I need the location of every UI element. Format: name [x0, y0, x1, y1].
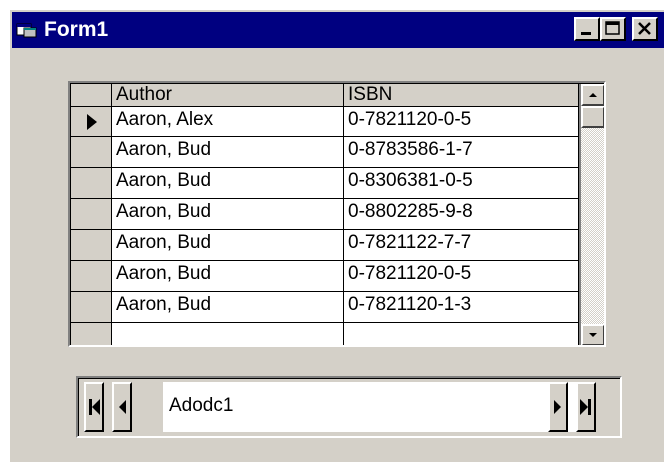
column-header-isbn[interactable]: ISBN	[344, 84, 579, 107]
maximize-icon	[605, 21, 620, 35]
cell-text: Aaron, Alex	[116, 109, 214, 130]
cell-text: Aaron, Bud	[116, 201, 212, 222]
move-next-button[interactable]	[548, 382, 568, 432]
table-cell-isbn[interactable]: 0-8783586-1-7	[344, 137, 579, 168]
close-button[interactable]	[632, 17, 658, 41]
table-cell-isbn[interactable]	[344, 323, 579, 345]
cell-text: Aaron, Bud	[116, 263, 212, 284]
table-cell-author[interactable]: Aaron, Bud	[112, 230, 344, 261]
cell-text: 0-7821120-0-5	[348, 109, 472, 130]
column-header-author[interactable]: Author	[112, 84, 344, 107]
minimize-icon	[581, 32, 591, 35]
cell-text: 0-7821120-1-3	[348, 294, 472, 315]
row-selector[interactable]	[71, 137, 112, 168]
scroll-thumb[interactable]	[581, 106, 604, 128]
adodc-caption-area: Adodc1	[163, 382, 579, 432]
adodc-control[interactable]: Adodc1	[76, 376, 622, 438]
row-selector[interactable]	[71, 323, 112, 345]
table-cell-author[interactable]: Aaron, Bud	[112, 292, 344, 323]
cell-text: Aaron, Bud	[116, 294, 212, 315]
minimize-button[interactable]	[574, 17, 600, 41]
title-bar[interactable]: Form1	[12, 12, 664, 48]
form1-window: Form1 Author ISBN Aaron, Alex 0-7821120-…	[8, 8, 664, 462]
table-cell-author[interactable]: Aaron, Alex	[112, 107, 344, 137]
row-selector[interactable]	[71, 261, 112, 292]
table-cell-author[interactable]: Aaron, Bud	[112, 199, 344, 230]
adodc-frame: Adodc1	[78, 378, 620, 436]
table-cell-isbn[interactable]: 0-8802285-9-8	[344, 199, 579, 230]
window-title: Form1	[44, 18, 109, 41]
close-icon	[638, 22, 651, 35]
column-header-label: ISBN	[348, 84, 393, 105]
move-last-icon	[580, 399, 591, 415]
table-cell-author[interactable]	[112, 323, 344, 345]
scroll-up-button[interactable]	[581, 84, 604, 106]
table-cell-author[interactable]: Aaron, Bud	[112, 137, 344, 168]
cell-text: 0-8783586-1-7	[348, 139, 473, 160]
datagrid-cells: Author ISBN Aaron, Alex 0-7821120-0-5 Aa…	[71, 84, 579, 345]
column-header-label: Author	[116, 84, 172, 105]
move-first-button[interactable]	[84, 382, 104, 432]
row-selector[interactable]	[71, 199, 112, 230]
cell-text: 0-8306381-0-5	[348, 170, 473, 191]
table-cell-author[interactable]: Aaron, Bud	[112, 168, 344, 199]
move-previous-icon	[119, 400, 126, 414]
corner-header	[71, 84, 112, 107]
move-previous-button[interactable]	[112, 382, 132, 432]
row-selector[interactable]	[71, 168, 112, 199]
table-cell-isbn[interactable]: 0-8306381-0-5	[344, 168, 579, 199]
cell-text: 0-8802285-9-8	[348, 201, 473, 222]
move-first-icon	[89, 399, 100, 415]
table-cell-author[interactable]: Aaron, Bud	[112, 261, 344, 292]
maximize-button[interactable]	[600, 17, 626, 41]
move-next-icon	[554, 400, 561, 414]
row-pointer-icon	[87, 114, 97, 130]
row-selector[interactable]	[71, 230, 112, 261]
table-cell-isbn[interactable]: 0-7821122-7-7	[344, 230, 579, 261]
row-selector[interactable]	[71, 107, 112, 137]
cell-text: Aaron, Bud	[116, 170, 212, 191]
vertical-scrollbar[interactable]	[581, 84, 604, 345]
datagrid[interactable]: Author ISBN Aaron, Alex 0-7821120-0-5 Aa…	[68, 81, 606, 347]
form-app-icon[interactable]	[16, 21, 38, 39]
table-cell-isbn[interactable]: 0-7821120-0-5	[344, 107, 579, 137]
row-selector[interactable]	[71, 292, 112, 323]
scroll-down-button[interactable]	[581, 324, 604, 345]
move-last-button[interactable]	[576, 382, 596, 432]
cell-text: Aaron, Bud	[116, 139, 212, 160]
cell-text: Aaron, Bud	[116, 232, 212, 253]
cell-text: 0-7821120-0-5	[348, 263, 472, 284]
scroll-up-arrow-icon	[589, 93, 597, 97]
adodc-caption: Adodc1	[169, 395, 234, 416]
scroll-down-arrow-icon	[589, 333, 597, 337]
table-cell-isbn[interactable]: 0-7821120-0-5	[344, 261, 579, 292]
table-cell-isbn[interactable]: 0-7821120-1-3	[344, 292, 579, 323]
cell-text: 0-7821122-7-7	[348, 232, 472, 253]
